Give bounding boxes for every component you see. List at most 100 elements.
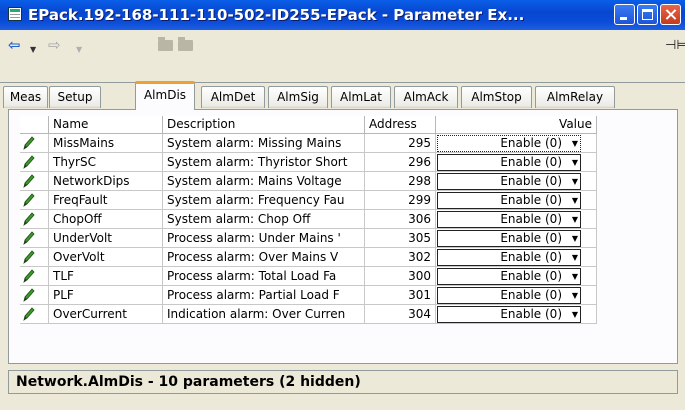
chevron-down-icon[interactable]: ▼ [572, 214, 578, 226]
header-address[interactable]: Address [365, 116, 436, 134]
address-cell: 306 [365, 210, 436, 229]
pencil-icon [23, 136, 35, 150]
name-cell: FreqFault [49, 191, 163, 210]
chevron-down-icon[interactable]: ▼ [572, 271, 578, 283]
pencil-icon [23, 307, 35, 321]
description-cell: Process alarm: Total Load Fa [163, 267, 365, 286]
tab-almdis[interactable]: AlmDis [135, 81, 195, 110]
value-dropdown[interactable]: Enable (0) ▼ [437, 268, 581, 285]
tab-almack[interactable]: AlmAck [394, 86, 458, 108]
table-row[interactable]: UnderVolt Process alarm: Under Mains ' 305… [20, 229, 597, 248]
header-description[interactable]: Description [163, 116, 365, 134]
table-row[interactable]: TLF Process alarm: Total Load Fa 300 Enable… [20, 267, 597, 286]
address-cell: 298 [365, 172, 436, 191]
table-row[interactable]: FreqFault System alarm: Frequency Fau 299 E… [20, 191, 597, 210]
value-cell: Enable (0) ▼ [436, 305, 597, 324]
address-cell: 302 [365, 248, 436, 267]
tab-strip-line [0, 82, 685, 83]
value-text: Enable (0) [500, 174, 562, 188]
icon-cell [20, 305, 49, 324]
value-cell: Enable (0) ▼ [436, 210, 597, 229]
value-dropdown[interactable]: Enable (0) ▼ [437, 287, 581, 304]
close-button[interactable] [660, 4, 681, 25]
value-dropdown[interactable]: Enable (0) ▼ [437, 154, 581, 171]
tab-almdet[interactable]: AlmDet [201, 86, 265, 108]
description-cell: Process alarm: Over Mains V [163, 248, 365, 267]
icon-cell [20, 172, 49, 191]
tab-almlat[interactable]: AlmLat [331, 86, 391, 108]
value-cell: Enable (0) ▼ [436, 134, 597, 153]
value-dropdown[interactable]: Enable (0) ▼ [437, 211, 581, 228]
description-cell: System alarm: Mains Voltage [163, 172, 365, 191]
folder-open-icon[interactable] [178, 37, 193, 51]
pencil-icon [23, 212, 35, 226]
description-cell: System alarm: Frequency Fau [163, 191, 365, 210]
chevron-down-icon[interactable]: ▼ [572, 195, 578, 207]
back-arrow-icon[interactable]: ⇦ [8, 37, 21, 53]
chevron-down-icon[interactable]: ▼ [572, 252, 578, 264]
chevron-down-icon[interactable]: ▼ [572, 176, 578, 188]
icon-cell [20, 153, 49, 172]
pencil-icon [23, 269, 35, 283]
pencil-icon [23, 231, 35, 245]
pencil-icon [23, 193, 35, 207]
header-value[interactable]: Value [436, 116, 597, 134]
tab-almstop[interactable]: AlmStop [461, 86, 532, 108]
table-row[interactable]: OverCurrent Indication alarm: Over Curren… [20, 305, 597, 324]
name-cell: ThyrSC [49, 153, 163, 172]
address-cell: 301 [365, 286, 436, 305]
value-dropdown[interactable]: Enable (0) ▼ [437, 192, 581, 209]
icon-cell [20, 286, 49, 305]
tab-almsig[interactable]: AlmSig [268, 86, 328, 108]
name-cell: ChopOff [49, 210, 163, 229]
toolbar: ⇦ ▼ ⇨ ▼ ⊣⊨ [0, 30, 685, 60]
value-dropdown[interactable]: Enable (0) ▼ [437, 230, 581, 247]
value-text: Enable (0) [500, 212, 562, 226]
value-dropdown[interactable]: Enable (0) ▼ [437, 173, 581, 190]
table-row[interactable]: NetworkDips System alarm: Mains Voltage 29… [20, 172, 597, 191]
back-dropdown-icon[interactable]: ▼ [30, 42, 36, 58]
title-bar[interactable]: EPack.192-168-111-110-502-ID255-EPack - … [0, 0, 685, 30]
minimize-button[interactable] [614, 4, 635, 25]
tab-setup[interactable]: Setup [49, 86, 101, 108]
chevron-down-icon[interactable]: ▼ [572, 290, 578, 302]
table-row[interactable]: ThyrSC System alarm: Thyristor Short 296 En… [20, 153, 597, 172]
table-header: Name Description Address Value [20, 116, 597, 134]
name-cell: OverCurrent [49, 305, 163, 324]
pin-icon[interactable]: ⊣⊨ [665, 38, 685, 53]
name-cell: UnderVolt [49, 229, 163, 248]
header-name[interactable]: Name [49, 116, 163, 134]
value-text: Enable (0) [500, 136, 562, 150]
folder-icon[interactable] [158, 37, 173, 51]
chevron-down-icon[interactable]: ▼ [572, 233, 578, 245]
value-cell: Enable (0) ▼ [436, 286, 597, 305]
chevron-down-icon[interactable]: ▼ [572, 138, 578, 150]
tab-almrelay[interactable]: AlmRelay [535, 86, 615, 108]
value-cell: Enable (0) ▼ [436, 267, 597, 286]
table-row[interactable]: ChopOff System alarm: Chop Off 306 Enable (… [20, 210, 597, 229]
value-text: Enable (0) [500, 231, 562, 245]
value-text: Enable (0) [500, 193, 562, 207]
value-dropdown[interactable]: Enable (0) ▼ [437, 249, 581, 266]
maximize-button[interactable] [637, 4, 658, 25]
table-row[interactable]: OverVolt Process alarm: Over Mains V 302 En… [20, 248, 597, 267]
value-dropdown[interactable]: Enable (0) ▼ [437, 306, 581, 323]
chevron-down-icon[interactable]: ▼ [572, 157, 578, 169]
forward-arrow-icon[interactable]: ⇨ [48, 37, 61, 53]
pencil-icon [23, 250, 35, 264]
description-cell: Indication alarm: Over Curren [163, 305, 365, 324]
chevron-down-icon[interactable]: ▼ [572, 309, 578, 321]
value-text: Enable (0) [500, 250, 562, 264]
name-cell: OverVolt [49, 248, 163, 267]
description-cell: Process alarm: Partial Load F [163, 286, 365, 305]
address-cell: 300 [365, 267, 436, 286]
forward-dropdown-icon[interactable]: ▼ [76, 42, 82, 58]
name-cell: PLF [49, 286, 163, 305]
table-row[interactable]: PLF Process alarm: Partial Load F 301 Enabl… [20, 286, 597, 305]
table-row[interactable]: MissMains System alarm: Missing Mains 295 E… [20, 134, 597, 153]
value-cell: Enable (0) ▼ [436, 153, 597, 172]
address-cell: 296 [365, 153, 436, 172]
tab-meas[interactable]: Meas [3, 86, 48, 108]
pencil-icon [23, 174, 35, 188]
value-dropdown[interactable]: Enable (0) ▼ [437, 135, 581, 152]
